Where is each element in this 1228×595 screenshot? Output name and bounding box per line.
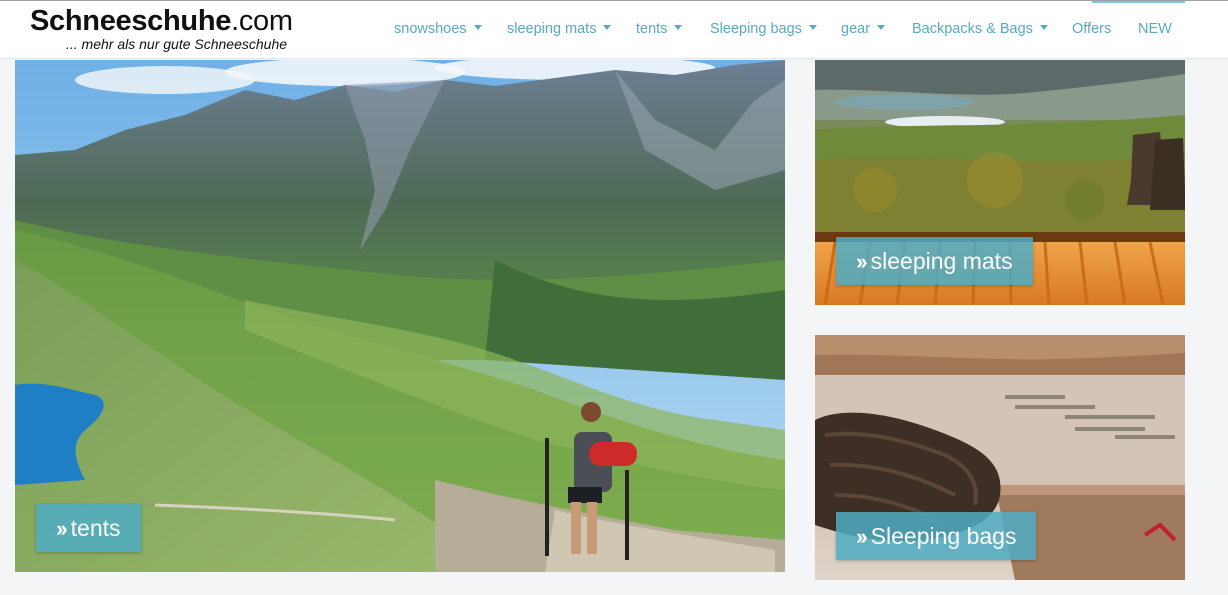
logo-tagline: ... mehr als nur gute Schneeschuhe	[66, 36, 288, 52]
logo-domain: .com	[231, 5, 293, 37]
nav-label: Backpacks & Bags	[912, 21, 1033, 37]
double-chevron-right-icon: ››	[856, 249, 868, 274]
nav-label: gear	[841, 21, 871, 37]
tile-sleeping-mats-label[interactable]: ›› sleeping mats	[836, 237, 1033, 285]
double-chevron-right-icon: ››	[56, 516, 68, 541]
nav-item-sleeping-bags[interactable]: Sleeping bags	[710, 21, 817, 37]
caret-down-icon	[1039, 25, 1048, 30]
nav-item-tents[interactable]: tents	[636, 21, 683, 37]
caret-down-icon	[603, 25, 612, 30]
site-logo[interactable]: Schneeschuhe.com ... mehr als nur gute S…	[30, 5, 293, 51]
tile-label-text: tents	[70, 515, 121, 541]
nav-label: snowshoes	[394, 21, 467, 37]
double-chevron-right-icon: ››	[856, 524, 868, 549]
site-header: Schneeschuhe.com ... mehr als nur gute S…	[0, 0, 1228, 59]
logo-wordmark: Schneeschuhe.com	[30, 5, 293, 37]
nav-label: NEW	[1138, 21, 1172, 37]
mountain-landscape-image	[15, 60, 785, 572]
nav-active-indicator	[1092, 1, 1185, 3]
nav-label: sleeping mats	[507, 21, 597, 37]
nav-item-new[interactable]: NEW	[1138, 21, 1172, 37]
nav-item-gear[interactable]: gear	[841, 21, 886, 37]
tile-sleeping-bags[interactable]: ›› Sleeping bags	[815, 335, 1185, 580]
caret-down-icon	[674, 25, 683, 30]
caret-down-icon	[808, 25, 817, 30]
nav-label: Sleeping bags	[710, 21, 802, 37]
nav-item-snowshoes[interactable]: snowshoes	[394, 21, 482, 37]
nav-item-backpacks-bags[interactable]: Backpacks & Bags	[912, 21, 1048, 37]
logo-name: Schneeschuhe	[30, 5, 232, 37]
tile-sleeping-mats[interactable]: ›› sleeping mats	[815, 60, 1185, 305]
caret-down-icon	[877, 25, 886, 30]
tile-tents[interactable]: ›› tents	[15, 60, 785, 572]
tile-sleeping-bags-label[interactable]: ›› Sleeping bags	[836, 512, 1037, 560]
tile-tents-label[interactable]: ›› tents	[36, 504, 141, 552]
nav-label: tents	[636, 21, 668, 37]
tile-label-text: Sleeping bags	[870, 523, 1017, 549]
nav-item-offers[interactable]: Offers	[1072, 21, 1111, 37]
caret-down-icon	[473, 25, 482, 30]
nav-label: Offers	[1072, 21, 1112, 37]
tile-label-text: sleeping mats	[870, 248, 1013, 274]
nav-item-sleeping-mats[interactable]: sleeping mats	[507, 21, 612, 37]
